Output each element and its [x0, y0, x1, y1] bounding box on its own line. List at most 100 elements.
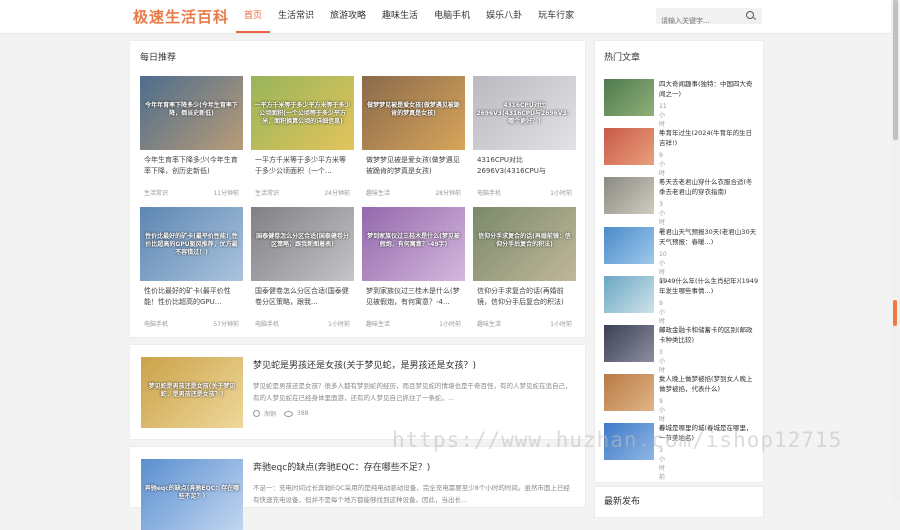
- daily-item-title[interactable]: 信仰分手求复合的话(再婚前镜，信仰分手后复合的积法): [477, 286, 572, 308]
- hot-article-thumbnail[interactable]: [604, 374, 654, 412]
- daily-item-meta: 趣味生活 28分钟前: [366, 188, 461, 197]
- hot-article-title[interactable]: 四大奇闻趣事(独特：中国四大奇闻之一): [659, 79, 759, 99]
- daily-item-category[interactable]: 生活常识: [144, 188, 168, 197]
- daily-item-meta: 电脑手机 57分钟前: [144, 319, 239, 328]
- thumbnail-caption: 梦见蛇是男孩还是女孩(关于梦见蛇，是男孩还是女孩？): [148, 383, 236, 398]
- daily-item-meta: 电脑手机 1小时前: [255, 319, 350, 328]
- hot-article-thumbnail[interactable]: [604, 275, 654, 313]
- hot-article-title[interactable]: 牛育年过生(2024(牛育年的生日 吉祥!): [659, 128, 759, 148]
- top-navbar: 极速生活百科 首页 生活常识 旅游攻略 趣味生活 电脑手机 娱乐八卦 玩车行家: [0, 0, 900, 34]
- article-excerpt: 梦见蛇是男孩还是女孩？很多人都有梦到蛇的经历，而且梦见蛇的情境也是千奇百怪，有的…: [253, 382, 572, 402]
- article-views: 388: [297, 410, 309, 417]
- thumbnail-caption: 一平方千米等于多少平方米等于多少公顷面积(一个公顷等于多少平方米，面积换算公顷的…: [254, 102, 351, 125]
- daily-item[interactable]: 国泰健卷怎么分区合适(国泰健卷分区策略，跟我新图着表) 国泰健卷怎么分区合适(国泰…: [251, 207, 354, 332]
- daily-item-category[interactable]: 电脑手机: [477, 188, 501, 197]
- daily-item-thumbnail[interactable]: 梦到家族仪过三桂木是什么(梦见被假炮，有何寓意？-49字): [362, 207, 465, 281]
- daily-item-thumbnail[interactable]: 今年年育率下降多少(今年生育率下降，倒当史新低): [140, 76, 243, 150]
- thumbnail-caption: 信仰分手求复合的话(再婚前镜：信仰分手后复合的积法): [478, 233, 571, 248]
- nav-item-travel[interactable]: 旅游攻略: [322, 0, 374, 31]
- daily-item-meta: 生活常识 24分钟前: [255, 188, 350, 197]
- daily-item-title[interactable]: 今年生育率下降多少(今年生育率下降，创历史新低): [144, 155, 239, 177]
- daily-item-time: 28分钟前: [435, 190, 461, 197]
- daily-item-title[interactable]: 4316CPU对比2696V3(4316CPU与2696V3：哪个更...: [477, 155, 572, 177]
- hot-articles-sidebar: 热门文章 四大奇闻趣事(独特：中国四大奇闻之一) 11小时前 牛育年过生(2024(…: [594, 40, 764, 483]
- daily-item[interactable]: 今年年育率下降多少(今年生育率下降，倒当史新低) 今年生育率下降多少(今年生育率下…: [140, 76, 243, 201]
- hot-article-thumbnail[interactable]: [604, 324, 654, 362]
- daily-item-time: 57分钟前: [213, 321, 239, 328]
- section-title: 每日推荐: [140, 53, 177, 63]
- daily-item-meta: 生活常识 11分钟前: [144, 188, 239, 197]
- hot-article-title[interactable]: 1949什么年(什么生肖纪年)(1949年发生哪些事情...): [659, 276, 759, 296]
- article-thumbnail[interactable]: 梦见蛇是男孩还是女孩(关于梦见蛇，是男孩还是女孩？): [141, 357, 243, 428]
- thumbnail-caption: 做梦梦见被是爱女孩(做梦遇见被跪肯的梦真是女孩): [367, 102, 460, 117]
- section-title: 最新发布: [604, 497, 641, 507]
- daily-item[interactable]: 梦到家族仪过三桂木是什么(梦见被假炮，有何寓意？-49字) 梦到家族仪过三桂木是什…: [362, 207, 465, 332]
- daily-item-time: 1小时前: [550, 321, 572, 328]
- clock-icon: [253, 410, 260, 417]
- search-input[interactable]: [656, 13, 741, 29]
- daily-item[interactable]: 一平方千米等于多少平方米等于多少公顷面积(一个公顷等于多少平方米，面积换算公顷的…: [251, 76, 354, 201]
- site-logo[interactable]: 极速生活百科: [133, 6, 229, 27]
- floating-side-tab[interactable]: [893, 300, 897, 326]
- daily-item-time: 1小时前: [439, 321, 461, 328]
- daily-item-category[interactable]: 电脑手机: [255, 319, 279, 328]
- daily-item[interactable]: 性价比最好的矿卡(最平价性能！性价比超高的GPU驱风推荐，优方最不容错过！) 性价…: [140, 207, 243, 332]
- main-nav: 首页 生活常识 旅游攻略 趣味生活 电脑手机 娱乐八卦 玩车行家: [236, 0, 582, 33]
- eye-icon: [284, 410, 294, 417]
- daily-item-thumbnail[interactable]: 性价比最好的矿卡(最平价性能！性价比超高的GPU驱风推荐，优方最不容错过！): [140, 207, 243, 281]
- article-title[interactable]: 梦见蛇是男孩还是女孩(关于梦见蛇，是男孩还是女孩？): [253, 358, 476, 371]
- daily-item[interactable]: 4316CPU对比2696V3(4316CPU与2696V3：哪个更好？) 431…: [473, 76, 576, 201]
- search-box: [656, 8, 762, 29]
- article-meta: 淘铜 388: [253, 409, 308, 418]
- daily-item-category[interactable]: 趣味生活: [477, 319, 501, 328]
- section-title: 热门文章: [604, 53, 641, 63]
- latest-posts-sidebar: 最新发布: [594, 486, 764, 518]
- nav-item-fun-life[interactable]: 趣味生活: [374, 0, 426, 31]
- article-card[interactable]: 梦见蛇是男孩还是女孩(关于梦见蛇，是男孩还是女孩？) 梦见蛇是男孩还是女孩(关于…: [129, 344, 586, 440]
- daily-item-time: 1小时前: [328, 321, 350, 328]
- daily-item-thumbnail[interactable]: 一平方千米等于多少平方米等于多少公顷面积(一个公顷等于多少平方米，面积换算公顷的…: [251, 76, 354, 150]
- daily-item-title[interactable]: 梦到家族仪过三桂木是什么(梦见被假炮，有何寓意？-4...: [366, 286, 461, 308]
- daily-item-thumbnail[interactable]: 信仰分手求复合的话(再婚前镜：信仰分手后复合的积法): [473, 207, 576, 281]
- daily-recommend-section: 每日推荐 今年年育率下降多少(今年生育率下降，倒当史新低) 今年生育率下降多少(今…: [129, 40, 586, 338]
- daily-item-meta: 电脑手机 1小时前: [477, 188, 572, 197]
- hot-article-thumbnail[interactable]: [604, 226, 654, 264]
- article-thumbnail[interactable]: 奔驰eqc的缺点(奔驰EQC：存在哪些不足？): [141, 459, 243, 530]
- daily-item-category[interactable]: 趣味生活: [366, 188, 390, 197]
- thumbnail-caption: 今年年育率下降多少(今年生育率下降，倒当史新低): [145, 102, 238, 117]
- scrollbar-thumb[interactable]: [893, 0, 898, 140]
- article-title[interactable]: 奔驰eqc的缺点(奔驰EQC：存在哪些不足？): [253, 460, 430, 473]
- hot-article-title[interactable]: 女人晚上做梦被掐(梦到女人晚上做梦被掐，代表什么): [659, 374, 759, 394]
- hot-article-thumbnail[interactable]: [604, 128, 654, 166]
- hot-article-time: 3小时前: [659, 447, 666, 482]
- daily-item-thumbnail[interactable]: 做梦梦见被是爱女孩(做梦遇见被跪肯的梦真是女孩): [362, 76, 465, 150]
- daily-item-title[interactable]: 国泰健卷怎么分区合适(国泰健卷分区策略，跟我...: [255, 286, 350, 308]
- daily-item-meta: 趣味生活 1小时前: [366, 319, 461, 328]
- daily-item-title[interactable]: 一平方千米等于多少平方米等于多少公顷面积（一个...: [255, 155, 350, 177]
- article-card[interactable]: 奔驰eqc的缺点(奔驰EQC：存在哪些不足？) 奔驰eqc的缺点(奔驰EQC：存…: [129, 446, 586, 530]
- daily-item[interactable]: 做梦梦见被是爱女孩(做梦遇见被跪肯的梦真是女孩) 做梦梦见被是爱女孩(做梦遇见被跪…: [362, 76, 465, 201]
- daily-item[interactable]: 信仰分手求复合的话(再婚前镜：信仰分手后复合的积法) 信仰分手求复合的话(再婚前镜…: [473, 207, 576, 332]
- nav-item-life-tips[interactable]: 生活常识: [270, 0, 322, 31]
- hot-article-thumbnail[interactable]: [604, 177, 654, 215]
- nav-item-entertainment[interactable]: 娱乐八卦: [478, 0, 530, 31]
- article-author: 淘铜: [264, 411, 277, 418]
- hot-article-title[interactable]: 邮政金融卡和储蓄卡的区别(邮政卡种类比较): [659, 325, 759, 345]
- hot-article-thumbnail[interactable]: [604, 79, 654, 116]
- thumbnail-caption: 梦到家族仪过三桂木是什么(梦见被假炮，有何寓意？-49字): [367, 233, 460, 248]
- nav-item-cars[interactable]: 玩车行家: [530, 0, 582, 31]
- nav-item-computer-phone[interactable]: 电脑手机: [426, 0, 478, 31]
- watermark-text: https://www.huzhan.com/ishop12715: [392, 428, 843, 452]
- hot-article-title[interactable]: 老君山天气预报30天(老君山30天天气预报：春暖...): [659, 227, 759, 247]
- nav-item-home[interactable]: 首页: [236, 0, 271, 33]
- daily-item-thumbnail[interactable]: 4316CPU对比2696V3(4316CPU与2696V3：哪个更好？): [473, 76, 576, 150]
- search-icon[interactable]: [746, 11, 754, 19]
- daily-item-category[interactable]: 电脑手机: [144, 319, 168, 328]
- daily-item-thumbnail[interactable]: 国泰健卷怎么分区合适(国泰健卷分区策略，跟我新图着表): [251, 207, 354, 281]
- daily-item-category[interactable]: 趣味生活: [366, 319, 390, 328]
- hot-article-title[interactable]: 冬天去老君山穿什么衣服合适(冬季去老君山的穿衣指南): [659, 177, 759, 197]
- daily-item-category[interactable]: 生活常识: [255, 188, 279, 197]
- daily-item-title[interactable]: 性价比最好的矿卡(最平价性能！性价比超高的GPU...: [144, 286, 239, 308]
- thumbnail-caption: 国泰健卷怎么分区合适(国泰健卷分区策略，跟我新图着表): [256, 233, 349, 248]
- daily-item-title[interactable]: 做梦梦见被是爱女孩(做梦遇见被跪肯的梦真是女孩): [366, 155, 461, 177]
